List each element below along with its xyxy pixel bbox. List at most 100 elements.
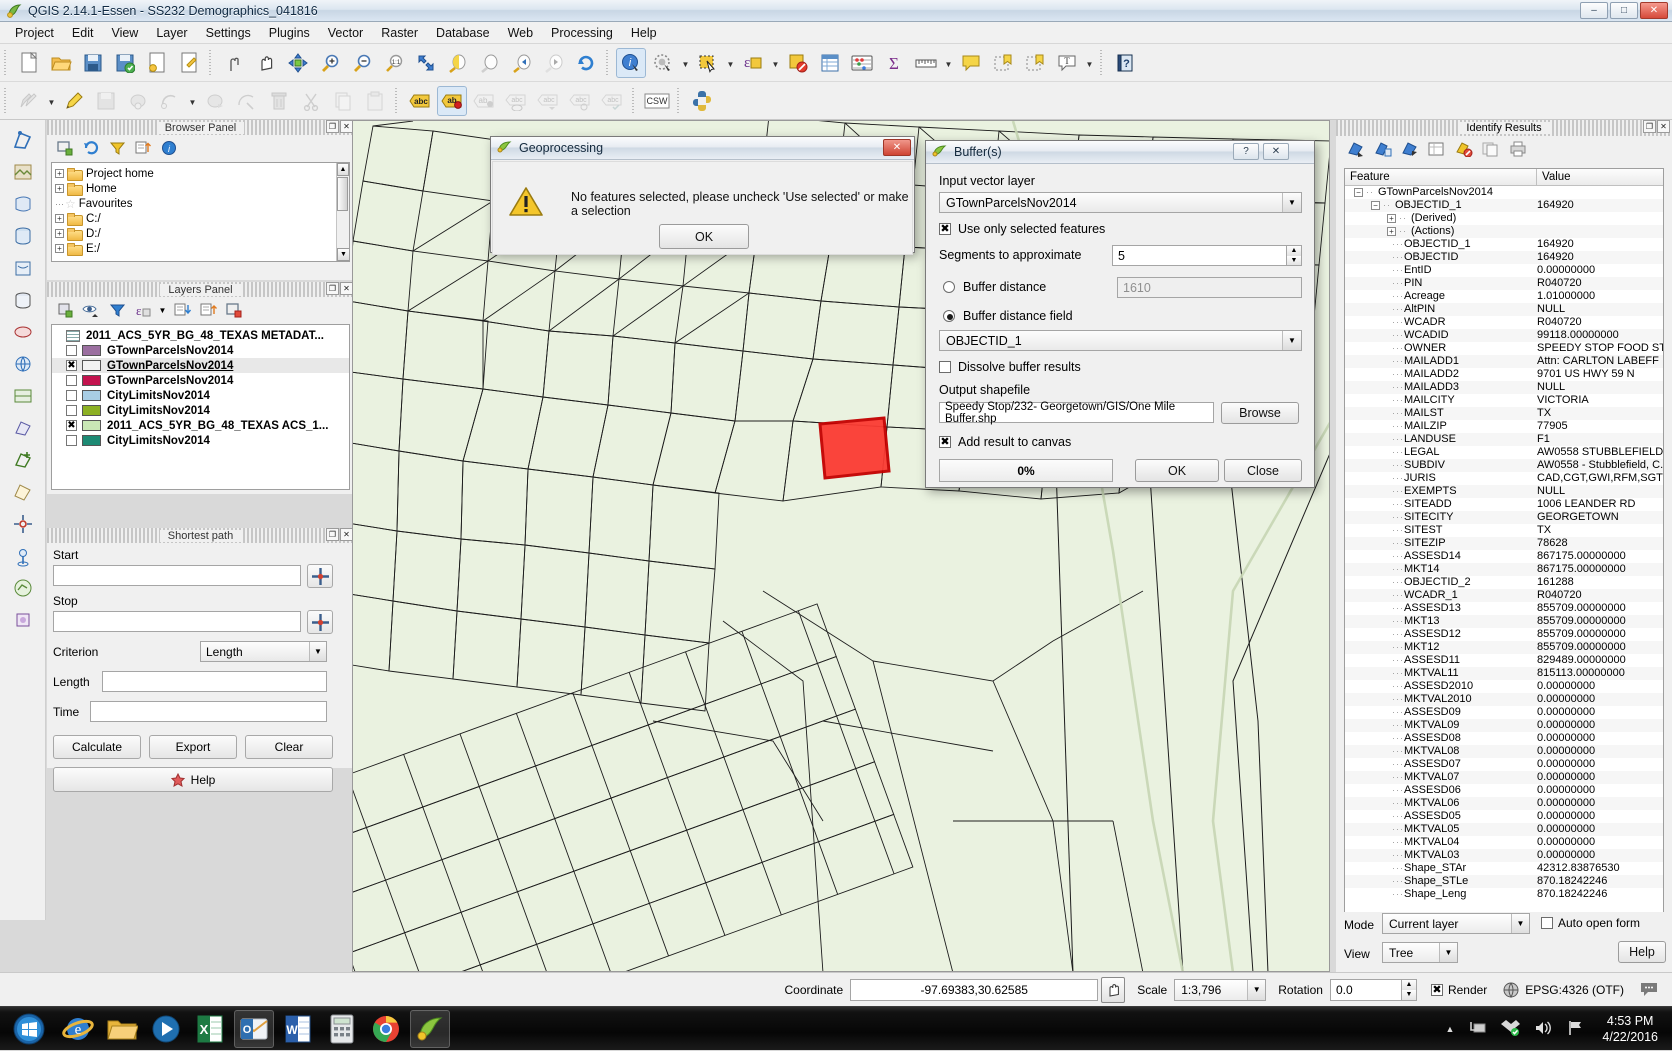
browser-scroll-down-button[interactable]: ▼ (337, 248, 349, 261)
toolbar-grip-4[interactable] (1099, 49, 1106, 76)
identify-attribute-row[interactable]: ··· JURIS CAD,CGT,GWI,RFM,SGT (1345, 472, 1663, 485)
minimize-button[interactable]: – (1580, 2, 1608, 19)
identify-attribute-row[interactable]: ··· ASSESD09 0.00000000 (1345, 706, 1663, 719)
properties-info-icon[interactable]: i (157, 137, 181, 159)
menu-processing[interactable]: Processing (542, 24, 622, 42)
identify-help-button[interactable]: Help (1618, 941, 1666, 963)
expand-new-results-icon[interactable] (1371, 138, 1395, 160)
show-hide-labels-icon[interactable]: abc (501, 86, 531, 116)
add-result-to-canvas-checkbox-box[interactable]: ✖ (939, 436, 951, 448)
network-icon[interactable] (1469, 1020, 1487, 1039)
layer-visibility-checkbox[interactable] (66, 435, 77, 446)
buffer-distance-field-radio[interactable]: Buffer distance field (939, 309, 1301, 323)
show-bookmarks-icon[interactable] (1020, 48, 1050, 78)
identify-attribute-row[interactable]: ··· MKT13 855709.00000000 (1345, 615, 1663, 628)
label-icon[interactable]: abc (405, 86, 435, 116)
identify-attribute-row[interactable]: ··· OBJECTID_2 161288 (1345, 576, 1663, 589)
identify-results-grid[interactable]: Feature Value − ·· GTownParcelsNov2014− ·· O… (1344, 168, 1664, 972)
identify-attribute-row[interactable]: ··· MKT14 867175.00000000 (1345, 563, 1663, 576)
manage-visibility-icon[interactable] (79, 299, 103, 321)
new-shapefile-layer-icon[interactable] (8, 444, 38, 476)
identify-features-icon[interactable]: i (616, 47, 646, 78)
save-layer-edits-icon[interactable] (91, 86, 121, 116)
new-memory-layer-icon[interactable] (8, 476, 38, 508)
layer-item-5[interactable]: CityLimitsNov2014 (52, 403, 349, 418)
pan-to-selection-icon[interactable] (283, 48, 313, 78)
refresh-icon[interactable] (571, 48, 601, 78)
identify-attribute-row[interactable]: ··· MKTVAL09 0.00000000 (1345, 719, 1663, 732)
browser-scrollbar[interactable]: ▲ ▼ (336, 163, 349, 261)
stop-input[interactable] (53, 611, 301, 632)
rotation-spin-down[interactable]: ▼ (1401, 989, 1416, 1000)
layers-tree[interactable]: 2011_ACS_5YR_BG_48_TEXAS METADAT... GTown… (51, 324, 350, 490)
metasearch-csw-icon[interactable]: CSW (642, 86, 672, 116)
identify-attribute-row[interactable]: ··· MKTVAL2010 0.00000000 (1345, 693, 1663, 706)
buffer-dialog[interactable]: Buffer(s) ? ✕ Input vector layer GTownPa… (925, 140, 1315, 488)
collapse-all-icon[interactable] (1398, 138, 1422, 160)
pin-labels-icon[interactable]: abc (533, 86, 563, 116)
add-spatialite-layer-icon[interactable] (8, 252, 38, 284)
identify-attribute-row[interactable]: ··· MAILADD1 Attn: CARLTON LABEFF (1345, 355, 1663, 368)
filter-legend-icon[interactable] (105, 299, 129, 321)
identify-attribute-row[interactable]: ··· MKTVAL07 0.00000000 (1345, 771, 1663, 784)
identify-attribute-row[interactable]: ··· ASSESD06 0.00000000 (1345, 784, 1663, 797)
add-circular-string-icon[interactable] (155, 86, 185, 116)
geoprocessing-dialog[interactable]: Geoprocessing ✕ No features selected, pl… (490, 136, 915, 255)
layer-visibility-checkbox[interactable]: ✖ (66, 420, 77, 431)
volume-icon[interactable] (1534, 1020, 1553, 1039)
layer-item-3[interactable]: GTownParcelsNov2014 (52, 373, 349, 388)
identify-attribute-row[interactable]: ··· MKTVAL05 0.00000000 (1345, 823, 1663, 836)
identify-attribute-row[interactable]: ··· LANDUSE F1 (1345, 433, 1663, 446)
add-selected-layers-icon[interactable] (53, 137, 77, 159)
composer-manager-icon[interactable] (174, 48, 204, 78)
measure-dropdown-arrow[interactable]: ▼ (942, 48, 955, 78)
rotation-spinner[interactable]: ▲ ▼ (1401, 978, 1417, 1001)
identify-attribute-row[interactable]: ··· SITEZIP 78628 (1345, 537, 1663, 550)
gps-information-icon[interactable] (8, 540, 38, 572)
messages-button[interactable] (1640, 981, 1658, 999)
identify-attribute-row[interactable]: ··· ASSESD07 0.00000000 (1345, 758, 1663, 771)
layer-item-0[interactable]: 2011_ACS_5YR_BG_48_TEXAS METADAT... (52, 328, 349, 343)
close-button[interactable]: ✕ (1640, 2, 1668, 19)
map-tips-icon[interactable] (956, 48, 986, 78)
edits-dropdown-arrow[interactable]: ▼ (45, 86, 58, 116)
identify-attribute-row[interactable]: ··· MAILADD3 NULL (1345, 381, 1663, 394)
start-input[interactable] (53, 565, 301, 586)
toggle-extents-button[interactable] (1101, 976, 1126, 1003)
expression-dropdown-arrow[interactable]: ▼ (769, 48, 782, 78)
toolbar-grip-3[interactable] (605, 49, 612, 76)
segments-input[interactable]: 5 (1112, 245, 1287, 266)
plugin-layer-icon[interactable] (8, 604, 38, 636)
zoom-next-icon[interactable] (539, 48, 569, 78)
menu-edit[interactable]: Edit (63, 24, 103, 42)
geoprocessing-ok-button[interactable]: OK (659, 224, 749, 249)
identify-attribute-row[interactable]: ··· PIN R040720 (1345, 277, 1663, 290)
print-icon[interactable] (1506, 138, 1530, 160)
identify-subnode-row[interactable]: + ·· (Derived) (1345, 212, 1663, 225)
layer-visibility-checkbox[interactable] (66, 390, 77, 401)
add-wfs-layer-icon[interactable] (8, 412, 38, 444)
save-project-icon[interactable] (78, 48, 108, 78)
identify-feature-row[interactable]: − ·· OBJECTID_1 164920 (1345, 199, 1663, 212)
identify-attribute-row[interactable]: ··· ASSESD14 867175.00000000 (1345, 550, 1663, 563)
identify-attribute-row[interactable]: ··· WCADID 99118.00000000 (1345, 329, 1663, 342)
maximize-button[interactable]: □ (1610, 2, 1638, 19)
buffer-distance-radio[interactable]: Buffer distance (943, 280, 1046, 294)
chevron-down-icon[interactable]: ▼ (1511, 914, 1529, 933)
menu-raster[interactable]: Raster (372, 24, 427, 42)
buffer-close-button[interactable]: Close (1224, 459, 1302, 482)
identify-attribute-row[interactable]: ··· ASSESD05 0.00000000 (1345, 810, 1663, 823)
expand-icon[interactable]: + (1387, 227, 1396, 236)
identify-attribute-row[interactable]: ··· ASSESD12 855709.00000000 (1345, 628, 1663, 641)
render-checkbox[interactable]: ✖ Render (1430, 983, 1487, 997)
identify-root-row[interactable]: − ·· GTownParcelsNov2014 (1345, 186, 1663, 199)
select-features-icon[interactable] (693, 48, 723, 78)
menu-vector[interactable]: Vector (319, 24, 372, 42)
identify-attribute-row[interactable]: ··· MAILADD2 9701 US HWY 59 N (1345, 368, 1663, 381)
expand-tree-icon[interactable] (1344, 138, 1368, 160)
move-label-icon[interactable]: ab (469, 86, 499, 116)
browser-scroll-up-button[interactable]: ▲ (337, 163, 349, 176)
python-console-icon[interactable] (687, 86, 717, 116)
browser-item-2[interactable]: ☆ Favourites (52, 196, 349, 211)
browser-panel-float-button[interactable]: ❐ (326, 120, 339, 133)
